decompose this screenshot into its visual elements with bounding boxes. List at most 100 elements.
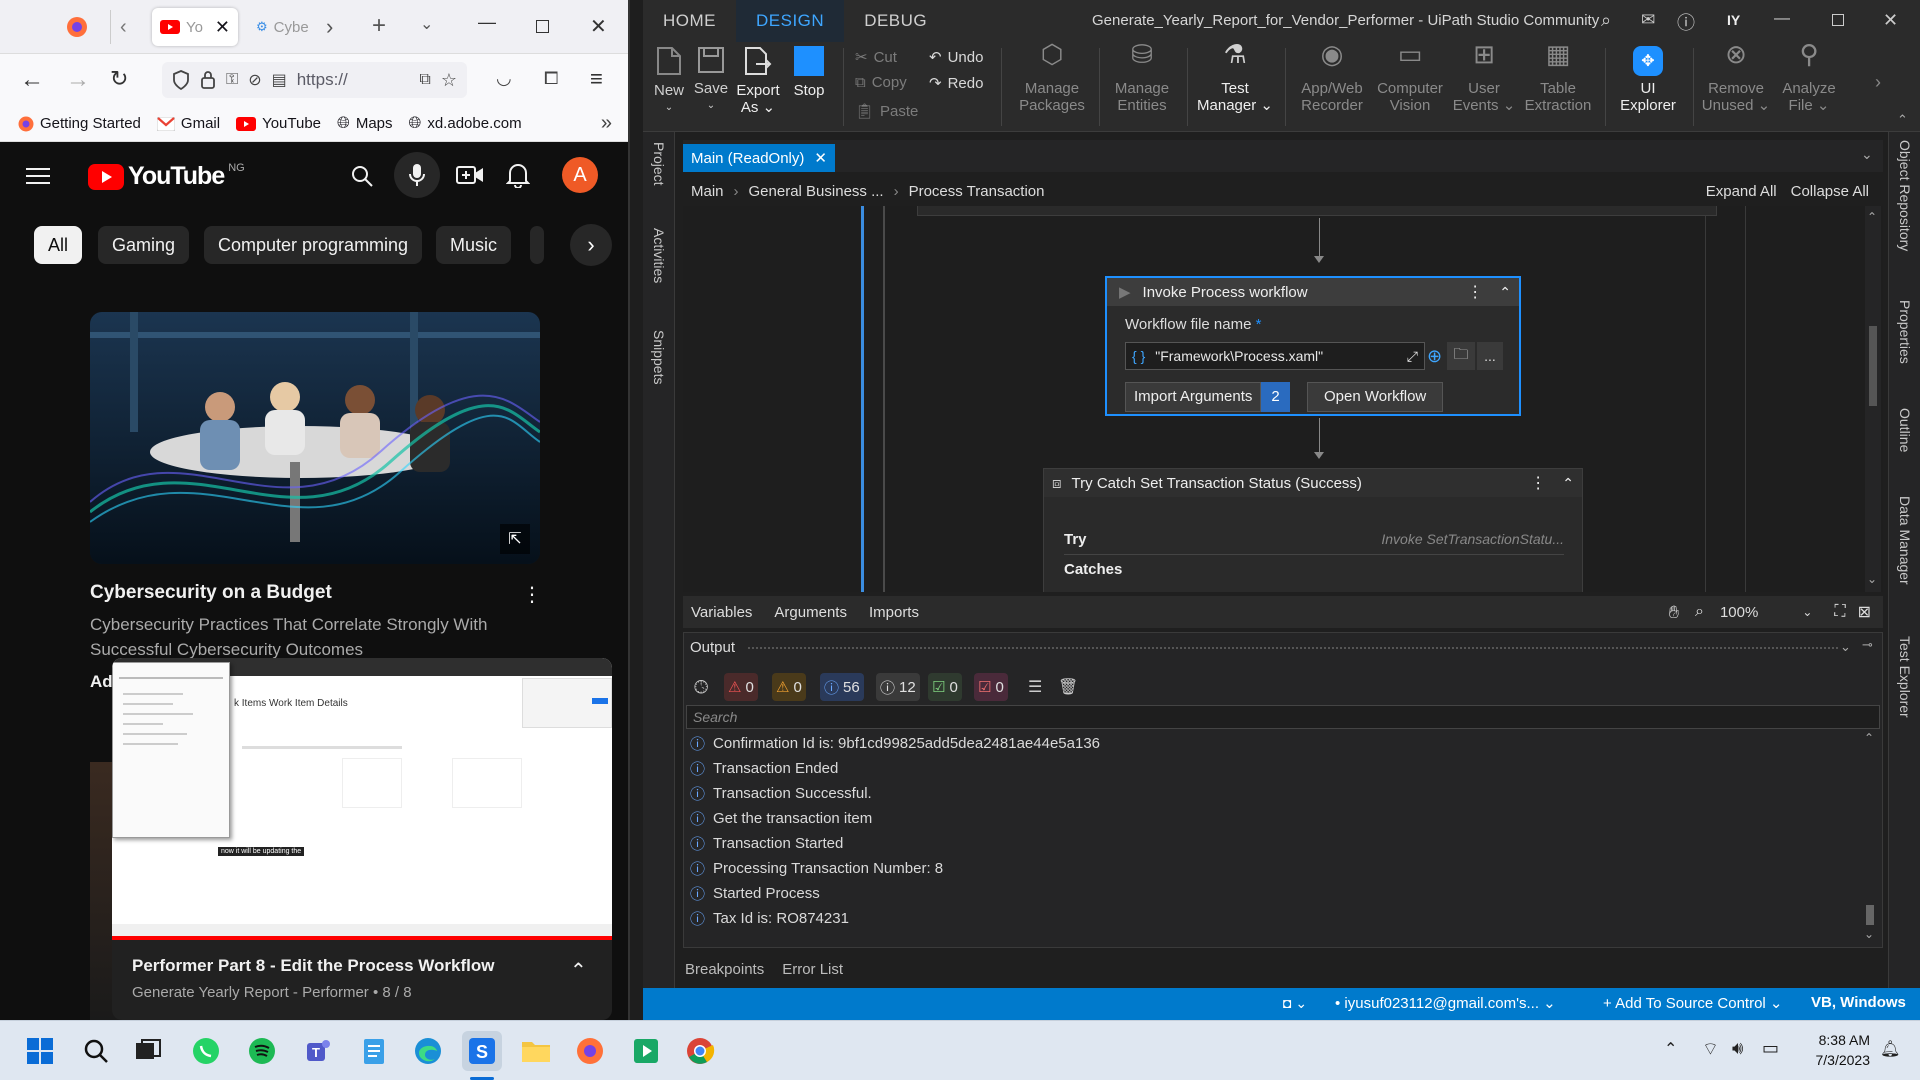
collapse-activity-icon[interactable]: ⌃ (1499, 284, 1511, 301)
minimize-icon[interactable]: — (478, 12, 496, 33)
miniplayer-progress[interactable] (112, 936, 612, 940)
log-line[interactable]: ⓘ Transaction Started (690, 833, 843, 854)
close-tab-icon[interactable]: ✕ (814, 149, 827, 167)
stop-button[interactable]: Stop (785, 46, 833, 99)
robot-status-icon[interactable]: ◘ ⌄ (1283, 995, 1307, 1012)
bookmark-youtube[interactable]: YouTube (236, 115, 321, 132)
chip-computer-programming[interactable]: Computer programming (204, 226, 423, 264)
import-arguments-button[interactable]: Import Arguments 2 (1125, 382, 1290, 412)
remove-unused-button[interactable]: ⊗ Remove Unused ⌄ (1701, 41, 1771, 114)
panel-tab-object-repository[interactable]: Object Repository (1897, 140, 1913, 251)
zoom-dropdown-icon[interactable]: ⌄ (1802, 605, 1812, 619)
bookmark-gmail[interactable]: Gmail (156, 115, 220, 132)
analyze-file-button[interactable]: ⚲ Analyze File ⌄ (1777, 41, 1841, 114)
save-button[interactable]: Save ⌄ (691, 46, 731, 114)
expand-editor-icon[interactable]: ⤢ (1407, 348, 1418, 365)
more-options-icon[interactable]: ⋮ (522, 582, 542, 607)
activity-header[interactable]: ▶ Invoke Process workflow ⋮ ⌃ (1107, 278, 1519, 306)
feedback-icon[interactable]: ✉ (1641, 10, 1655, 30)
workflow-file-input[interactable]: { } "Framework\Process.xaml" ⤢ (1125, 342, 1425, 370)
bookmark-star-icon[interactable]: ☆ (441, 70, 457, 91)
bookmark-maps[interactable]: 🌐︎ Maps (337, 115, 393, 133)
errors-filter[interactable]: ⚠ 0 (724, 673, 758, 701)
pocket-icon[interactable]: ◡ (496, 68, 512, 89)
close-tab-icon[interactable]: ✕ (215, 17, 230, 38)
tab-scroll-right-icon[interactable]: › (326, 14, 333, 40)
voice-search-button[interactable] (394, 152, 440, 198)
file-explorer-icon[interactable] (516, 1031, 556, 1071)
extensions-icon[interactable]: ⧠ (544, 68, 558, 89)
panel-tab-project[interactable]: Project (651, 142, 667, 186)
menu-icon[interactable]: ≡ (590, 66, 603, 92)
info-filter[interactable]: ⓘ 56 (820, 673, 864, 701)
forward-icon[interactable]: → (66, 66, 90, 94)
firefox-view-icon[interactable] (66, 16, 88, 38)
permissions-icon[interactable]: ⚿ (226, 71, 238, 89)
zoom-icon[interactable]: ⌕ (1695, 603, 1704, 621)
log-line[interactable]: ⓘ Processing Transaction Number: 8 (690, 858, 943, 879)
collapse-activity-icon[interactable]: ⌃ (1562, 475, 1574, 492)
manage-entities-button[interactable]: ⛁ Manage Entities (1107, 41, 1177, 114)
user-initials[interactable]: IY (1727, 12, 1740, 28)
redo-button[interactable]: ↷ Redo (929, 74, 983, 93)
paste-button[interactable]: 📋︎ Paste (855, 102, 918, 121)
task-view-icon[interactable] (128, 1031, 168, 1071)
panel-tab-activities[interactable]: Activities (651, 228, 667, 283)
collapse-all-button[interactable]: Collapse All (1791, 183, 1869, 200)
teams-icon[interactable]: T (298, 1031, 338, 1071)
variables-tab[interactable]: Variables (691, 604, 752, 621)
timestamp-toggle-icon[interactable]: 🕓︎ (694, 677, 708, 698)
notifications-bell-icon[interactable] (506, 162, 530, 188)
source-control-button[interactable]: + Add To Source Control ⌄ (1603, 994, 1783, 1012)
account-status[interactable]: • iyusuf023112@gmail.com's... ⌄ (1335, 994, 1556, 1012)
output-scrollbar[interactable]: ⌃ ⌄ (1862, 731, 1878, 945)
clock[interactable]: 8:38 AM 7/3/2023 (1800, 1030, 1871, 1070)
tab-main-readonly[interactable]: Main (ReadOnly) ✕ (683, 144, 835, 172)
trace-filter[interactable]: ⓘ 12 (876, 673, 920, 701)
miniplayer[interactable]: k Items Work Item Details now it will be… (112, 658, 612, 1020)
back-icon[interactable]: ← (20, 66, 44, 94)
log-line[interactable]: ⓘ Tax Id is: RO874231 (690, 908, 849, 929)
success-filter[interactable]: ☑ 0 (928, 673, 962, 701)
tab-cyber[interactable]: ⚙ Cybe (248, 8, 322, 46)
panel-dropdown-icon[interactable]: ⌄ (1840, 639, 1851, 655)
error-list-tab[interactable]: Error List (782, 961, 843, 978)
more-options-button[interactable]: ... (1477, 342, 1503, 370)
external-link-icon[interactable]: ⇱ (500, 524, 530, 554)
search-icon[interactable]: ⌕ (1601, 10, 1611, 31)
filter-list-icon[interactable]: ☰ (1028, 677, 1042, 697)
youtube-logo[interactable]: YouTube NG (88, 162, 245, 191)
copy-button[interactable]: ⧉ Copy (855, 74, 907, 91)
picture-in-picture-icon[interactable]: ⧉ (419, 71, 430, 89)
chevron-up-icon[interactable]: ⌃ (570, 958, 587, 983)
tab-overflow-icon[interactable]: ⌄ (1861, 146, 1873, 163)
new-button[interactable]: New ⌄ (649, 46, 689, 116)
overview-icon[interactable]: ⊠ (1858, 602, 1871, 622)
tracking-blocked-icon[interactable]: ⊘ (248, 70, 261, 90)
catches-row[interactable]: Catches (1064, 561, 1122, 578)
pin-icon[interactable]: ⊸ (1862, 637, 1873, 653)
cut-button[interactable]: ✂ Cut (855, 48, 897, 67)
create-video-icon[interactable] (456, 164, 484, 186)
ui-explorer-button[interactable]: ✥ UI Explorer (1613, 46, 1683, 114)
panel-tab-test-explorer[interactable]: Test Explorer (1897, 636, 1913, 718)
close-window-icon[interactable]: ✕ (590, 14, 607, 39)
miniplayer-title[interactable]: Performer Part 8 - Edit the Process Work… (132, 956, 494, 976)
chrome-icon[interactable] (680, 1031, 720, 1071)
breadcrumb-process-transaction[interactable]: Process Transaction (909, 183, 1045, 200)
more-bookmarks-icon[interactable]: » (601, 112, 612, 135)
failed-filter[interactable]: ☑ 0 (974, 673, 1008, 701)
expand-all-button[interactable]: Expand All (1706, 183, 1777, 200)
search-icon[interactable] (76, 1031, 116, 1071)
new-tab-icon[interactable]: + (372, 12, 386, 40)
arguments-tab[interactable]: Arguments (774, 604, 847, 621)
avatar[interactable]: A (562, 157, 598, 193)
ad-thumbnail[interactable]: ⇱ (90, 312, 540, 564)
clear-trash-icon[interactable]: 🗑︎ (1058, 677, 1078, 697)
tab-home[interactable]: HOME (643, 0, 736, 42)
language-indicator[interactable]: VB, Windows (1811, 994, 1906, 1011)
log-line[interactable]: ⓘ Get the transaction item (690, 808, 872, 829)
tab-youtube[interactable]: Yo ✕ (152, 8, 238, 46)
pan-hand-icon[interactable]: ✋︎ (1669, 602, 1679, 623)
hamburger-menu-icon[interactable] (26, 166, 50, 186)
